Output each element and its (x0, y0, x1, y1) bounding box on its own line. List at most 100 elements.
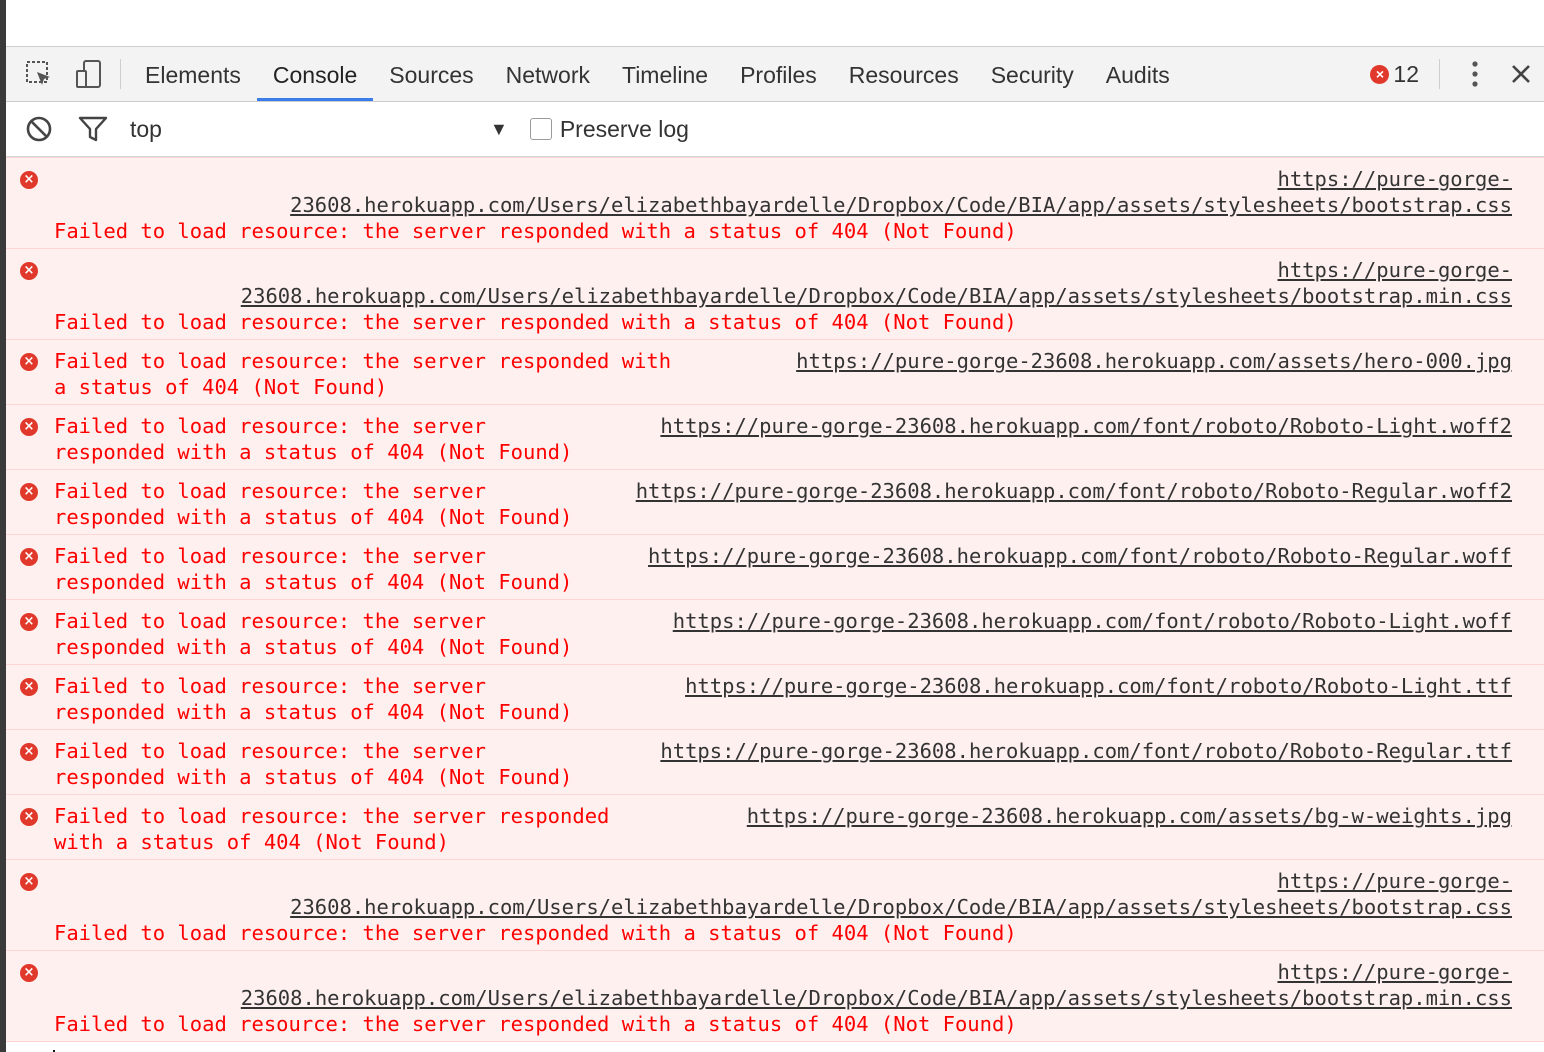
error-icon: × (20, 171, 38, 189)
message-first-line: Failed to load resource: the server resp… (54, 803, 1512, 829)
message-text: with a status of 404 (Not Found) (54, 830, 449, 854)
error-counter[interactable]: × 12 (1370, 61, 1431, 88)
source-link[interactable]: https://pure-gorge- (1278, 869, 1513, 893)
console-error-message: × Failed to load resource: the server res… (6, 340, 1544, 405)
source-link[interactable]: https://pure-gorge- (1278, 960, 1513, 984)
source-link-block: https://pure-gorge- 23608.herokuapp.com/U… (54, 166, 1512, 218)
source-link[interactable]: 23608.herokuapp.com/Users/elizabethbayar… (241, 284, 1512, 308)
console-error-message: × Failed to load resource: the server http… (6, 535, 1544, 600)
message-text: Failed to load resource: the server resp… (54, 921, 1017, 945)
console-prompt[interactable]: › (6, 1042, 1544, 1052)
source-link[interactable]: https://pure-gorge- (1278, 167, 1513, 191)
console-error-message: × Failed to load resource: the server http… (6, 405, 1544, 470)
message-text: Failed to load resource: the server (54, 414, 486, 438)
tab-resources[interactable]: Resources (833, 47, 975, 101)
page-area-top (6, 0, 1544, 47)
source-link[interactable]: 23608.herokuapp.com/Users/elizabethbayar… (241, 986, 1512, 1010)
message-text: responded with a status of 404 (Not Foun… (54, 635, 573, 659)
source-link[interactable]: https://pure-gorge-23608.herokuapp.com/f… (673, 608, 1512, 634)
message-text: a status of 404 (Not Found) (54, 375, 388, 399)
message-first-line: Failed to load resource: the server https… (54, 673, 1512, 699)
close-icon[interactable] (1504, 57, 1538, 91)
source-link[interactable]: https://pure-gorge-23608.herokuapp.com/f… (660, 413, 1512, 439)
source-link[interactable]: 23608.herokuapp.com/Users/elizabethbayar… (290, 193, 1512, 217)
message-text: Failed to load resource: the server resp… (54, 804, 610, 828)
source-link[interactable]: https://pure-gorge-23608.herokuapp.com/f… (648, 543, 1512, 569)
tab-security[interactable]: Security (975, 47, 1090, 101)
tab-audits[interactable]: Audits (1090, 47, 1186, 101)
clear-console-icon[interactable] (22, 112, 56, 146)
error-icon: × (1370, 64, 1390, 84)
error-icon: × (20, 418, 38, 436)
message-first-line: Failed to load resource: the server https… (54, 543, 1512, 569)
message-text: Failed to load resource: the server (54, 739, 486, 763)
message-first-line: Failed to load resource: the server https… (54, 608, 1512, 634)
console-messages: × https://pure-gorge- 23608.herokuapp.com/… (6, 157, 1544, 1052)
panel-tabs: Elements Console Sources Network Timeline Pro… (129, 47, 1186, 101)
error-icon: × (20, 483, 38, 501)
console-error-message: × Failed to load resource: the server http… (6, 665, 1544, 730)
source-link[interactable]: https://pure-gorge- (1278, 258, 1513, 282)
preserve-log-option[interactable]: Preserve log (529, 115, 689, 143)
tab-timeline[interactable]: Timeline (606, 47, 724, 101)
message-text: Failed to load resource: the server resp… (54, 349, 672, 373)
inspect-element-icon[interactable] (22, 57, 56, 91)
filter-icon[interactable] (76, 112, 110, 146)
message-text: responded with a status of 404 (Not Foun… (54, 440, 573, 464)
source-link[interactable]: https://pure-gorge-23608.herokuapp.com/f… (660, 738, 1512, 764)
error-count: 12 (1393, 60, 1419, 87)
toolbar-divider (120, 59, 121, 89)
more-menu-icon[interactable] (1458, 57, 1492, 91)
error-icon: × (20, 678, 38, 696)
devtools-tabbar: Elements Console Sources Network Timeline Pro… (6, 47, 1544, 102)
console-error-message: × Failed to load resource: the server http… (6, 600, 1544, 665)
error-icon: × (20, 808, 38, 826)
message-text: Failed to load resource: the server (54, 544, 486, 568)
tab-network[interactable]: Network (490, 47, 606, 101)
message-text: Failed to load resource: the server resp… (54, 1012, 1017, 1036)
message-text: Failed to load resource: the server resp… (54, 219, 1017, 243)
source-link-block: https://pure-gorge- 23608.herokuapp.com/U… (54, 868, 1512, 920)
source-link[interactable]: https://pure-gorge-23608.herokuapp.com/f… (636, 478, 1512, 504)
console-error-message: × https://pure-gorge- 23608.herokuapp.com/… (6, 249, 1544, 340)
message-first-line: Failed to load resource: the server https… (54, 478, 1512, 504)
source-link-block: https://pure-gorge- 23608.herokuapp.com/U… (54, 257, 1512, 309)
toolbar-divider (1439, 59, 1440, 89)
message-text: responded with a status of 404 (Not Foun… (54, 505, 573, 529)
tab-sources[interactable]: Sources (373, 47, 489, 101)
source-link[interactable]: https://pure-gorge-23608.herokuapp.com/a… (796, 348, 1512, 374)
right-tools: × 12 (1370, 47, 1544, 101)
message-first-line: Failed to load resource: the server https… (54, 413, 1512, 439)
error-icon: × (20, 262, 38, 280)
message-text: Failed to load resource: the server (54, 479, 486, 503)
message-text: responded with a status of 404 (Not Foun… (54, 700, 573, 724)
source-link[interactable]: 23608.herokuapp.com/Users/elizabethbayar… (290, 895, 1512, 919)
tab-profiles[interactable]: Profiles (724, 47, 833, 101)
context-selector[interactable]: top (130, 116, 490, 143)
source-link[interactable]: https://pure-gorge-23608.herokuapp.com/f… (685, 673, 1512, 699)
console-error-message: × https://pure-gorge- 23608.herokuapp.com/… (6, 951, 1544, 1042)
message-text: Failed to load resource: the server (54, 609, 486, 633)
message-first-line: Failed to load resource: the server resp… (54, 348, 1512, 374)
console-toolbar: top ▼ Preserve log (6, 102, 1544, 157)
error-icon: × (20, 964, 38, 982)
preserve-log-checkbox[interactable] (529, 118, 552, 140)
chevron-down-icon[interactable]: ▼ (490, 119, 508, 140)
tab-elements[interactable]: Elements (129, 47, 257, 101)
console-error-message: × Failed to load resource: the server http… (6, 470, 1544, 535)
error-icon: × (20, 548, 38, 566)
console-error-message: × https://pure-gorge- 23608.herokuapp.com/… (6, 860, 1544, 951)
console-error-message: × https://pure-gorge- 23608.herokuapp.com/… (6, 157, 1544, 249)
source-link[interactable]: https://pure-gorge-23608.herokuapp.com/a… (747, 803, 1512, 829)
message-text: responded with a status of 404 (Not Foun… (54, 765, 573, 789)
error-icon: × (20, 743, 38, 761)
message-first-line: Failed to load resource: the server https… (54, 738, 1512, 764)
message-list: × https://pure-gorge- 23608.herokuapp.com/… (6, 157, 1544, 1042)
message-text: Failed to load resource: the server resp… (54, 310, 1017, 334)
error-icon: × (20, 613, 38, 631)
preserve-log-label: Preserve log (559, 115, 689, 142)
console-error-message: × Failed to load resource: the server res… (6, 795, 1544, 860)
error-icon: × (20, 873, 38, 891)
tab-console[interactable]: Console (256, 47, 374, 101)
device-toolbar-icon[interactable] (72, 57, 106, 91)
